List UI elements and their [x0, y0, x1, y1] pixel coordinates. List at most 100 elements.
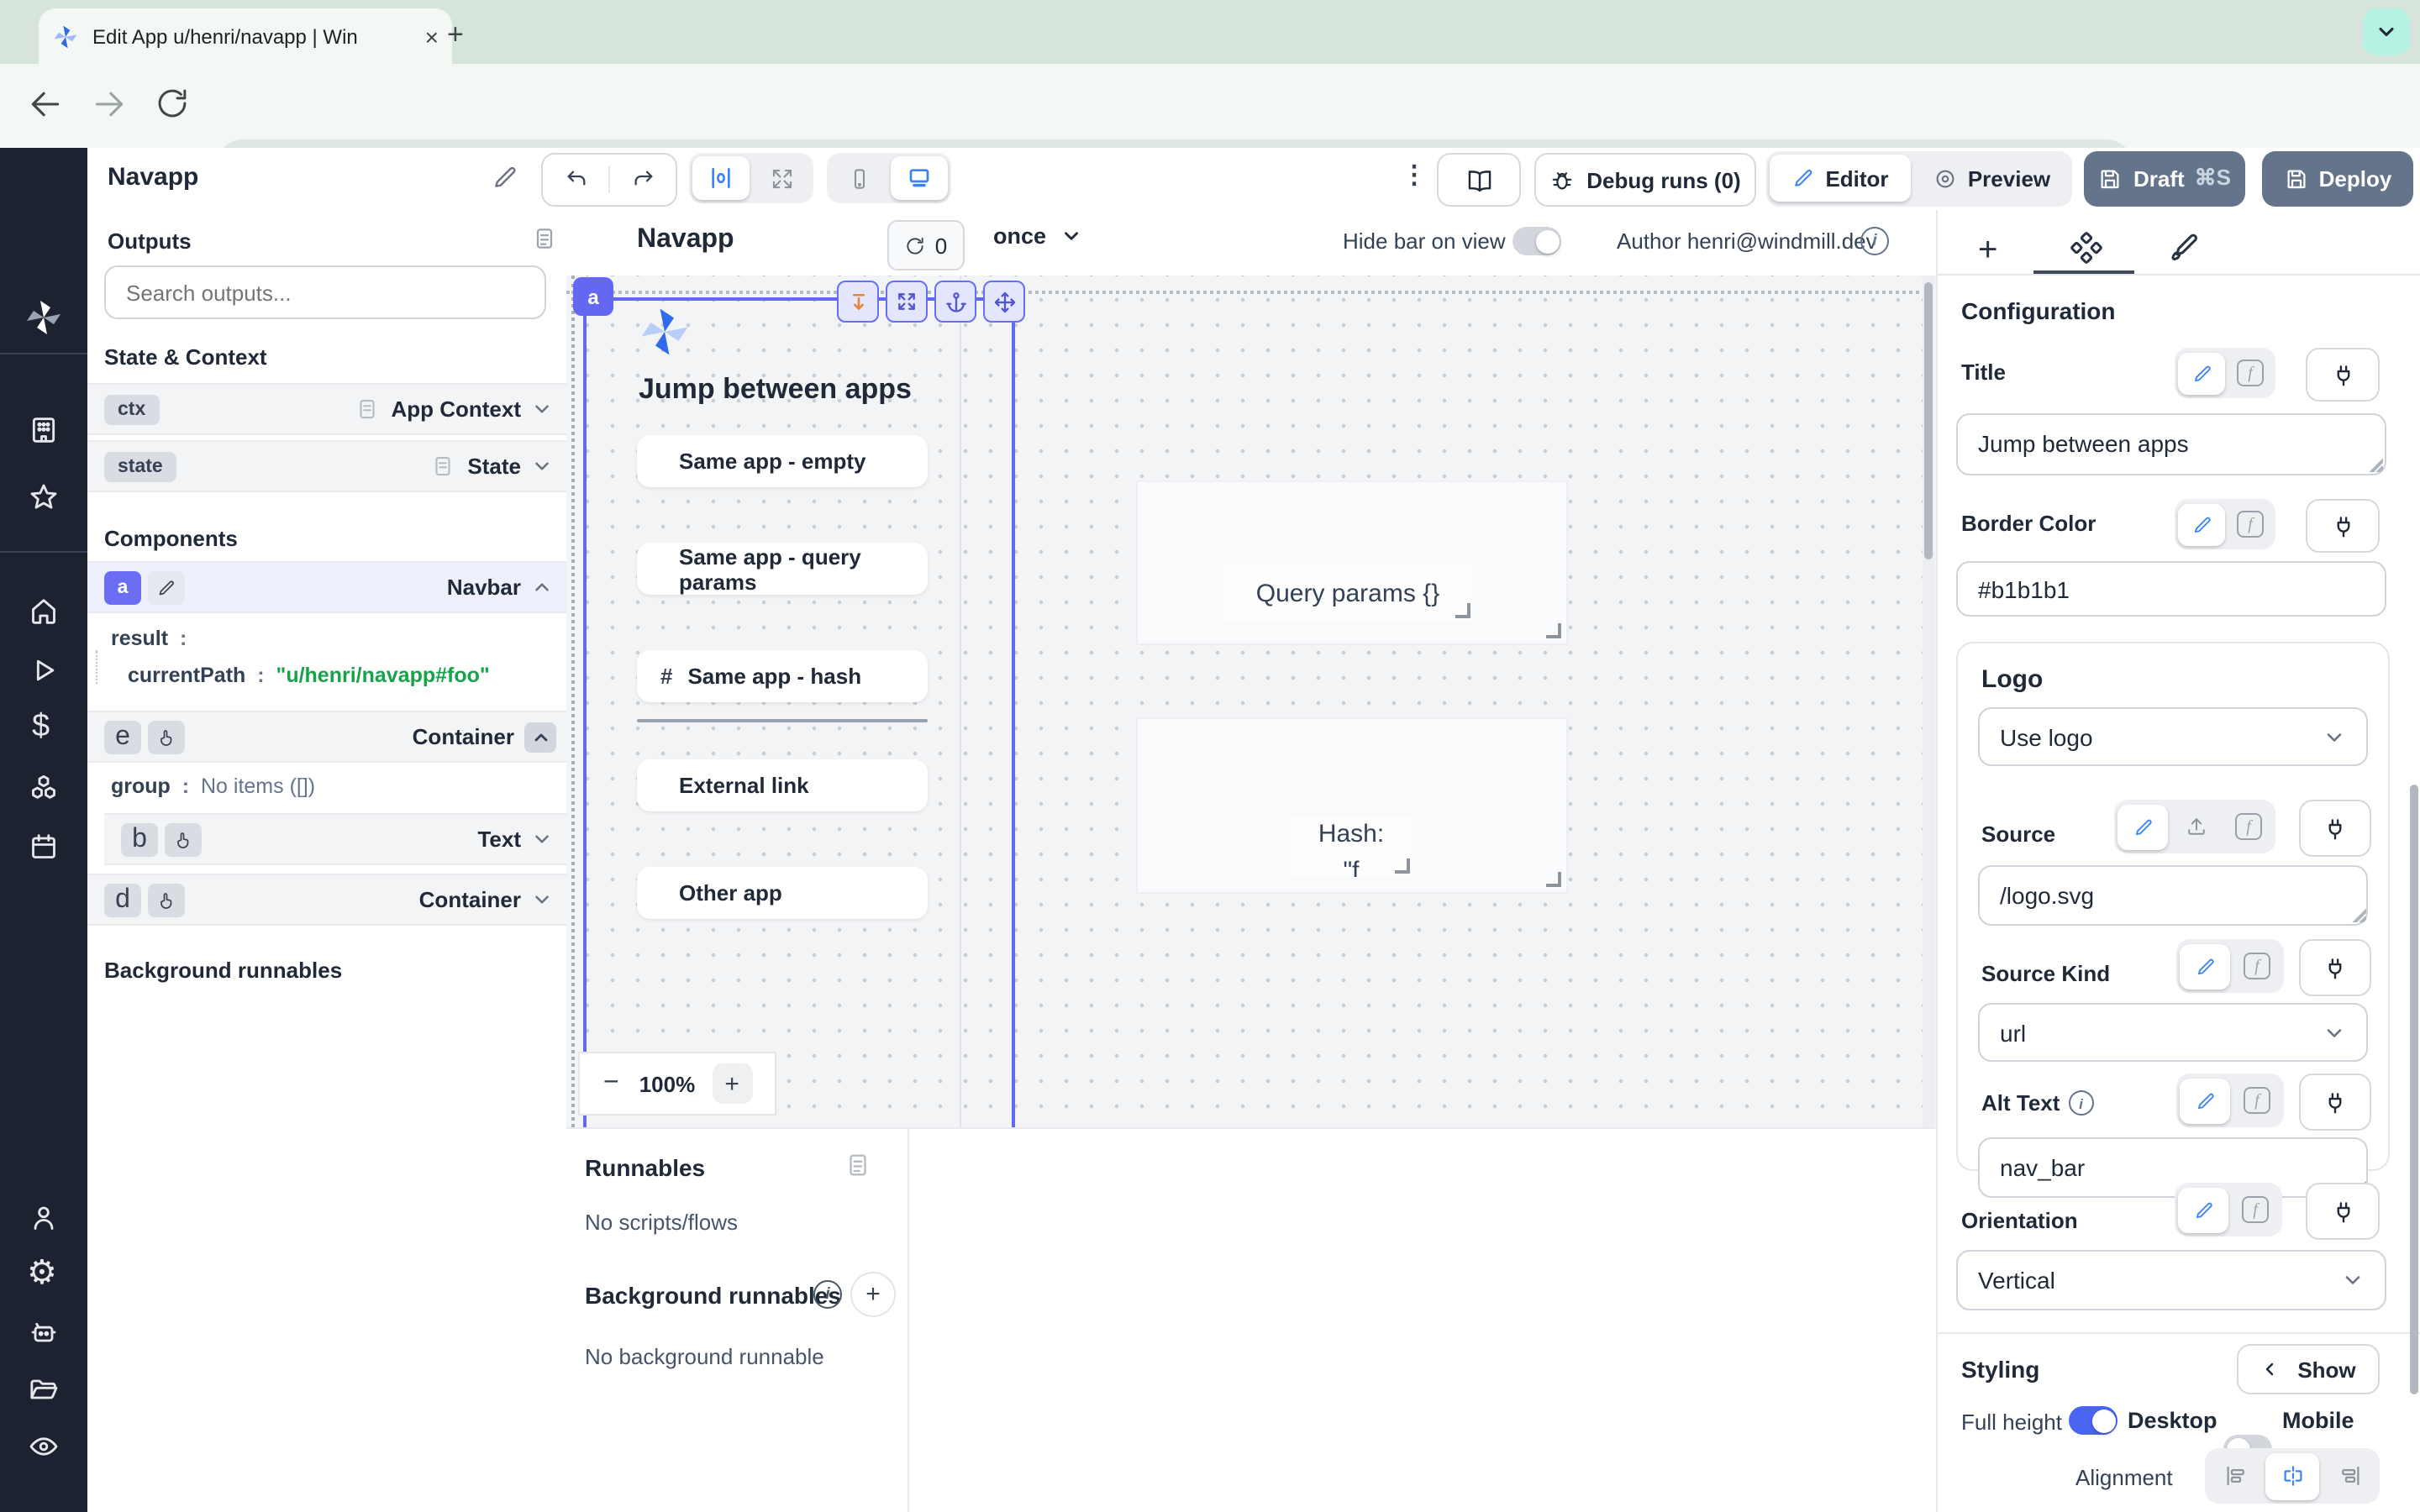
workspace-icon[interactable]	[27, 413, 60, 447]
nav-link-same-app-empty[interactable]: Same app - empty	[637, 435, 928, 487]
expand-down-button[interactable]	[837, 281, 879, 323]
resize-handle[interactable]	[1546, 623, 1561, 638]
resize-handle[interactable]	[1455, 603, 1470, 618]
component-row-text-b[interactable]: b Text	[104, 813, 566, 865]
show-styling-button[interactable]: Show	[2237, 1344, 2380, 1394]
source-input[interactable]	[1978, 865, 2368, 926]
rename-pencil-icon[interactable]	[491, 163, 519, 192]
refresh-mode-select[interactable]: once	[993, 223, 1081, 249]
tab-styling-brush-icon[interactable]	[2168, 232, 2200, 264]
hide-bar-toggle[interactable]	[1512, 227, 1561, 255]
settings-gear-icon[interactable]: ⚙	[27, 1257, 57, 1290]
zoom-out-button[interactable]: −	[603, 1068, 619, 1099]
nav-link-other-app[interactable]: Other app	[637, 867, 928, 919]
align-center-icon[interactable]	[2265, 1452, 2319, 1499]
connect-plug-button[interactable]	[2299, 800, 2371, 857]
title-input[interactable]: Jump between apps	[1956, 413, 2386, 475]
chevron-down-icon[interactable]	[531, 455, 553, 477]
forward-icon[interactable]	[91, 86, 128, 123]
current-path-row[interactable]: currentPath : "u/henri/navapp#foo"	[128, 664, 490, 687]
home-icon[interactable]	[27, 595, 60, 628]
nav-link-hash[interactable]: # Same app - hash	[637, 650, 928, 702]
fn-icon[interactable]: f	[2228, 503, 2272, 545]
hand-pointer-icon[interactable]	[148, 883, 185, 916]
align-right-icon[interactable]	[2323, 1452, 2376, 1499]
chevron-down-icon[interactable]	[531, 828, 553, 850]
tab-editor[interactable]: Editor	[1770, 155, 1911, 202]
static-pencil-icon[interactable]	[2118, 804, 2168, 849]
resize-handle[interactable]	[1546, 872, 1561, 887]
connect-plug-button[interactable]	[2306, 348, 2380, 402]
connect-plug-button[interactable]	[2306, 1183, 2380, 1240]
static-pencil-icon[interactable]	[2178, 352, 2225, 394]
edit-pencil-icon[interactable]	[148, 570, 185, 604]
canvas-scrollbar-track[interactable]	[1923, 276, 1934, 1127]
fn-icon[interactable]: f	[2233, 1078, 2281, 1123]
selected-component-tag[interactable]: a	[573, 277, 613, 316]
tab-insert-plus-icon[interactable]: +	[1978, 232, 1997, 270]
audit-eye-icon[interactable]	[27, 1430, 60, 1463]
textarea-resize-grip[interactable]	[2365, 454, 2383, 472]
output-row-state[interactable]: state State	[87, 440, 566, 492]
fn-icon[interactable]: f	[2225, 804, 2272, 849]
chevron-down-icon[interactable]	[531, 889, 553, 911]
nav-link-external[interactable]: External link	[637, 759, 928, 811]
variables-dollar-icon[interactable]: $	[32, 709, 50, 746]
doc-icon[interactable]	[844, 1151, 872, 1179]
nav-link-query-params[interactable]: Same app - query params	[637, 543, 928, 595]
browser-tab[interactable]: Edit App u/henri/navapp | Win ×	[39, 8, 452, 64]
doc-icon[interactable]	[531, 225, 558, 252]
hand-pointer-icon[interactable]	[148, 720, 185, 753]
panel-divider[interactable]	[908, 1129, 909, 1512]
back-icon[interactable]	[27, 86, 64, 123]
new-tab-button[interactable]: +	[447, 18, 464, 52]
folders-icon[interactable]	[27, 1373, 60, 1406]
info-icon[interactable]: i	[2068, 1090, 2093, 1116]
hand-pointer-icon[interactable]	[165, 822, 202, 856]
query-params-container[interactable]: Query params {}	[1136, 480, 1568, 645]
hash-container[interactable]: Hash: "f	[1136, 717, 1568, 894]
component-row-container-d[interactable]: d Container	[87, 874, 566, 926]
app-canvas[interactable]: a Jump between apps Same app	[566, 276, 1936, 1127]
panel-scrollbar-thumb[interactable]	[2410, 785, 2418, 1394]
connect-plug-button[interactable]	[2299, 939, 2371, 996]
source-kind-select[interactable]: url	[1978, 1003, 2368, 1062]
full-height-toggle[interactable]	[2069, 1406, 2118, 1435]
component-row-container-e[interactable]: e Container	[87, 711, 566, 763]
connect-plug-button[interactable]	[2299, 1074, 2371, 1131]
output-row-ctx[interactable]: ctx App Context	[87, 383, 566, 435]
search-outputs-input[interactable]	[104, 265, 546, 319]
debug-runs-button[interactable]: Debug runs (0)	[1534, 153, 1756, 207]
anchor-button[interactable]	[934, 281, 976, 323]
desktop-view-button[interactable]	[891, 156, 948, 200]
static-pencil-icon[interactable]	[2180, 943, 2230, 989]
schedules-calendar-icon[interactable]	[27, 830, 60, 864]
mobile-view-button[interactable]	[830, 156, 887, 200]
reload-icon[interactable]	[155, 86, 190, 121]
draft-button[interactable]: Draft ⌘S	[2084, 150, 2245, 206]
component-row-navbar[interactable]: a Navbar	[87, 561, 566, 613]
expand-component-button[interactable]	[886, 281, 928, 323]
info-icon[interactable]: i	[1860, 227, 1889, 255]
info-icon[interactable]: i	[813, 1280, 842, 1309]
move-component-button[interactable]	[983, 281, 1025, 323]
chevron-down-icon[interactable]	[531, 398, 553, 420]
textarea-resize-grip[interactable]	[2348, 904, 2366, 922]
workers-robot-icon[interactable]	[27, 1315, 60, 1349]
align-left-icon[interactable]	[2208, 1452, 2262, 1499]
orientation-select[interactable]: Vertical	[1956, 1250, 2386, 1310]
upload-icon[interactable]	[2171, 804, 2222, 849]
tab-search-button[interactable]	[2363, 8, 2410, 55]
static-pencil-icon[interactable]	[2180, 1078, 2230, 1123]
chevron-up-icon[interactable]	[531, 576, 553, 598]
fn-icon[interactable]: f	[2232, 1187, 2279, 1232]
redo-button[interactable]	[608, 166, 676, 193]
fn-icon[interactable]: f	[2233, 943, 2281, 989]
docs-book-button[interactable]	[1437, 153, 1521, 207]
full-width-button[interactable]	[753, 156, 810, 200]
border-color-input[interactable]	[1956, 561, 2386, 617]
runs-play-icon[interactable]	[27, 654, 60, 687]
bounded-width-button[interactable]	[692, 156, 750, 200]
logo-mode-select[interactable]: Use logo	[1978, 707, 2368, 766]
favorites-star-icon[interactable]	[27, 480, 60, 514]
